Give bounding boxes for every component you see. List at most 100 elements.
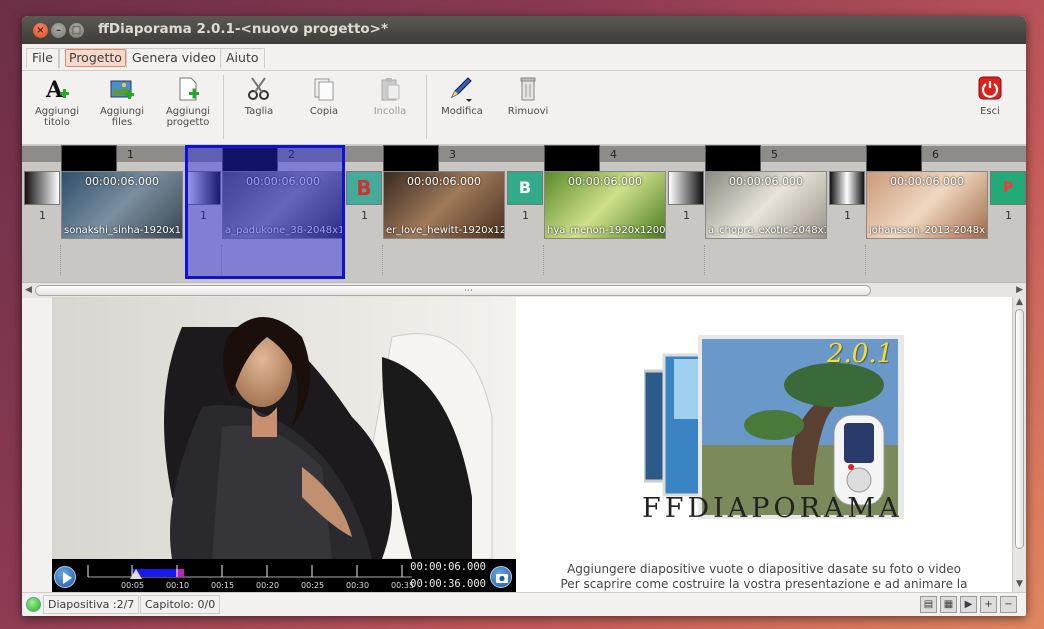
transition-duration: 1 (1005, 209, 1012, 222)
slide-filename: er_love_hewitt-1920x12 (386, 225, 504, 236)
transition-duration: 1 (844, 209, 851, 222)
player-icon[interactable]: ▶ (960, 596, 977, 613)
slide-duration: 00:00:06.000 (407, 175, 481, 188)
slide-duration: 00:00:06.000 (568, 175, 642, 188)
timeline: 1 2 3 4 5 6 1 1 B 1 B 1 1 1 P 1 00:00:06… (22, 145, 1026, 282)
menu-file[interactable]: File (26, 48, 59, 68)
toolbar: A Aggiungi titolo Aggiungi files Aggiung… (22, 71, 1026, 145)
scroll-left-arrow-icon[interactable]: ◀ (25, 285, 32, 295)
transition-icon[interactable] (668, 171, 704, 205)
logo-text: FFDIAPORAMA (642, 493, 903, 524)
add-project-button[interactable]: Aggiungi progetto (156, 73, 220, 141)
slide-filename: johansson_2013-2048x (869, 225, 986, 236)
grid-icon[interactable]: ▦ (940, 596, 957, 613)
vertical-scrollbar[interactable]: ▲ ▼ (1012, 297, 1026, 592)
track-divider (382, 245, 383, 275)
status-bar: Diapositiva :2/7 Capitolo: 0/0 ▤ ▦ ▶ + − (22, 592, 1026, 616)
preview-image (52, 297, 516, 559)
current-time: 00:00:06.000 (410, 561, 486, 573)
scroll-right-arrow-icon[interactable]: ▶ (1016, 285, 1023, 295)
tick-label: 00:10 (166, 581, 190, 590)
selected-slide-highlight[interactable] (185, 145, 345, 279)
add-title-icon: A (45, 77, 69, 103)
slide-duration: 00:00:06.000 (729, 175, 803, 188)
scroll-up-arrow-icon[interactable]: ▲ (1016, 297, 1023, 307)
slide-duration: 00:00:06.000 (890, 175, 964, 188)
transition-icon[interactable] (829, 171, 865, 205)
chapter-number: 5 (771, 148, 778, 161)
scrollbar-thumb[interactable]: ⋯ (35, 285, 871, 296)
scissors-icon (248, 77, 269, 100)
zoom-in-icon[interactable]: + (980, 596, 997, 613)
window-title: ffDiaporama 2.0.1-<nuovo progetto>* (98, 21, 389, 37)
menu-genera-video[interactable]: Genera video (126, 48, 222, 68)
menu-bar: File Progetto Genera video Aiuto (22, 44, 1026, 71)
track-divider (704, 245, 705, 275)
total-time: 00:00:36.000 (410, 578, 486, 590)
add-files-icon (110, 80, 134, 99)
status-led-icon (26, 597, 41, 612)
add-project-icon (179, 77, 199, 101)
transition-icon[interactable]: B (346, 171, 382, 205)
copy-button[interactable]: Copia (292, 73, 356, 141)
transition-icon[interactable] (24, 171, 60, 205)
toolbar-separator (223, 75, 224, 139)
transition-duration: 1 (522, 209, 529, 222)
menu-aiuto[interactable]: Aiuto (220, 48, 265, 68)
edit-button[interactable]: Modifica (430, 73, 494, 141)
zoom-out-icon[interactable]: − (1000, 596, 1017, 613)
remove-button[interactable]: Rimuovi (496, 73, 560, 141)
player-controls: 00:05 00:10 00:15 00:20 00:25 00:30 00:3… (52, 559, 516, 592)
track-divider (865, 245, 866, 275)
transition-duration: 1 (39, 209, 46, 222)
tick-label: 00:30 (346, 581, 370, 590)
welcome-panel: 2.0.1 FFDIAPORAMA Aggiungere diapositive… (516, 297, 1012, 592)
camera-icon (496, 574, 508, 583)
title-bar: × – □ ffDiaporama 2.0.1-<nuovo progetto>… (22, 16, 1026, 44)
slide-thumbnail[interactable]: 00:00:06.000 hya_menon-1920x1200. (544, 171, 666, 239)
grip-icon: ⋯ (464, 286, 473, 296)
scrollbar-thumb[interactable] (1015, 309, 1024, 549)
menu-progetto[interactable]: Progetto (59, 48, 132, 68)
slide-thumbnail[interactable]: 00:00:06.000 johansson_2013-2048x (866, 171, 988, 239)
pen-icon (450, 77, 472, 102)
cut-button[interactable]: Taglia (227, 73, 291, 141)
maximize-window-button[interactable]: □ (69, 23, 84, 38)
hint-line-2: Per scaprire come costruire la vostra pr… (560, 577, 968, 591)
play-button[interactable] (54, 566, 76, 588)
chapter-counter: Capitolo: 0/0 (140, 595, 221, 614)
preview-panel: 00:05 00:10 00:15 00:20 00:25 00:30 00:3… (52, 297, 516, 592)
minimize-window-button[interactable]: – (51, 23, 66, 38)
timeline-scrollbar[interactable]: ◀ ⋯ ▶ (22, 282, 1026, 298)
play-icon (63, 572, 72, 584)
tick-label: 00:25 (301, 581, 325, 590)
power-icon (978, 76, 1002, 100)
chapter-number: 3 (449, 148, 456, 161)
slide-thumbnail[interactable]: 00:00:06.000 er_love_hewitt-1920x12 (383, 171, 505, 239)
add-files-button[interactable]: Aggiungi files (90, 73, 154, 141)
slide-filename: sonakshi_sinha-1920x1 (64, 225, 182, 236)
tick-label: 00:05 (121, 581, 145, 590)
transition-duration: 1 (361, 209, 368, 222)
close-window-button[interactable]: × (33, 23, 48, 38)
folder-icon[interactable]: ▤ (920, 596, 937, 613)
transition-icon[interactable]: B (507, 171, 543, 205)
scroll-down-arrow-icon[interactable]: ▼ (1016, 579, 1023, 589)
exit-button[interactable]: Esci (958, 73, 1022, 141)
slide-thumbnail[interactable]: 00:00:06.000 sonakshi_sinha-1920x1 (61, 171, 183, 239)
timeline-ruler[interactable] (86, 559, 416, 581)
slide-counter: Diapositiva :2/7 (43, 595, 140, 614)
copy-icon (314, 78, 334, 101)
paste-icon (381, 78, 400, 101)
snapshot-button[interactable] (490, 566, 512, 588)
slide-filename: a_chopra_exotic-2048x1 (708, 225, 826, 236)
svg-text:A: A (45, 77, 64, 103)
paste-button[interactable]: Incolla (358, 73, 422, 141)
track-divider (543, 245, 544, 275)
transition-icon[interactable]: P (990, 171, 1026, 205)
slide-duration: 00:00:06.000 (85, 175, 159, 188)
chapter-number: 1 (127, 148, 134, 161)
app-window: × – □ ffDiaporama 2.0.1-<nuovo progetto>… (22, 16, 1026, 616)
add-title-button[interactable]: A Aggiungi titolo (25, 73, 89, 141)
slide-thumbnail[interactable]: 00:00:06.000 a_chopra_exotic-2048x1 (705, 171, 827, 239)
